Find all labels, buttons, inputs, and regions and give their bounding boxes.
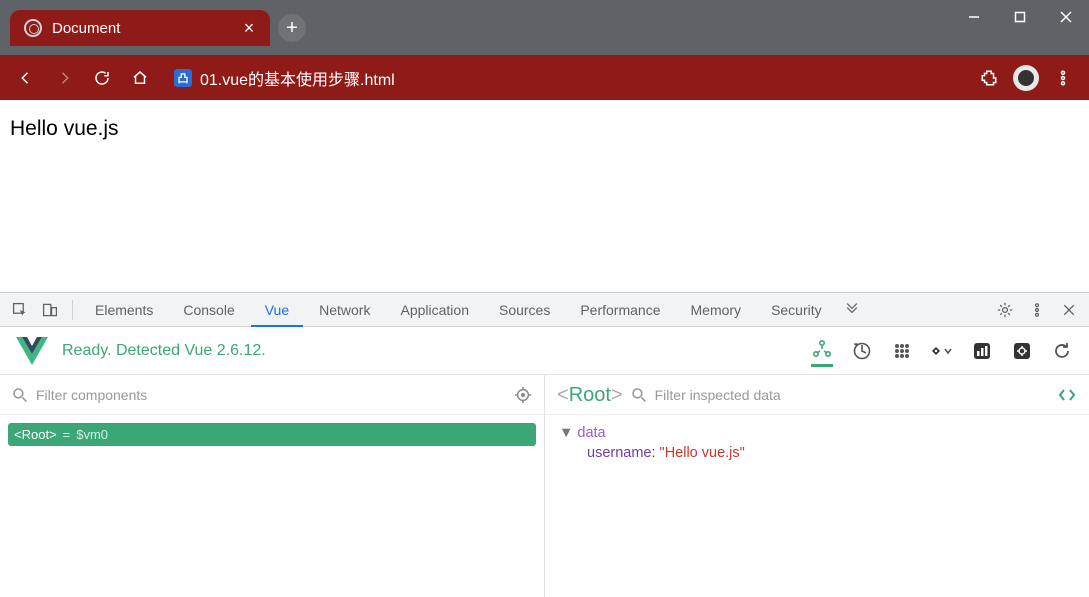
vue-refresh-icon[interactable] — [1051, 340, 1073, 362]
devtools: Elements Console Vue Network Application… — [0, 292, 1089, 597]
close-tab-icon[interactable]: × — [238, 18, 260, 39]
component-tree-root[interactable]: <Root> = $vm0 — [8, 423, 536, 446]
tab-application[interactable]: Application — [386, 293, 483, 327]
equals-sign: = — [63, 427, 71, 442]
filter-inspected-input[interactable] — [655, 387, 1049, 403]
events-tab-icon[interactable] — [891, 340, 913, 362]
colon: : — [651, 445, 659, 461]
search-icon — [631, 387, 647, 403]
page-content: Hello vue.js — [0, 100, 1089, 292]
inspected-data: ▼ data username: "Hello vue.js" — [545, 415, 1089, 471]
tab-network[interactable]: Network — [305, 293, 384, 327]
devtools-tabbar: Elements Console Vue Network Application… — [0, 293, 1089, 327]
vue-status-bar: Ready. Detected Vue 2.6.12. — [0, 327, 1089, 375]
vm-var: $vm0 — [76, 427, 108, 442]
routing-tab-icon[interactable] — [931, 340, 953, 362]
page-body-text: Hello vue.js — [10, 117, 119, 140]
window-close-button[interactable] — [1043, 0, 1089, 34]
root-tag: <Root> — [14, 427, 57, 442]
performance-tab-icon[interactable] — [971, 340, 993, 362]
components-panel: <Root> = $vm0 — [0, 375, 545, 597]
search-icon — [12, 387, 28, 403]
tab-memory[interactable]: Memory — [677, 293, 756, 327]
vue-settings-icon[interactable] — [1011, 340, 1033, 362]
inspected-header: <Root> — [545, 375, 1089, 415]
more-tabs-icon[interactable] — [838, 296, 866, 324]
forward-button[interactable] — [48, 62, 80, 94]
site-favicon-icon: 凸 — [174, 69, 192, 87]
devtools-close-icon[interactable] — [1055, 296, 1083, 324]
window-titlebar: Document × + — [0, 0, 1089, 55]
angle-open: < — [557, 384, 569, 406]
new-tab-button[interactable]: + — [278, 14, 306, 42]
back-button[interactable] — [10, 62, 42, 94]
components-filter-row — [0, 375, 544, 415]
data-section-label: data — [577, 425, 605, 441]
device-toolbar-icon[interactable] — [36, 296, 64, 324]
tab-vue[interactable]: Vue — [251, 293, 303, 327]
tab-sources[interactable]: Sources — [485, 293, 564, 327]
url-text: 01.vue的基本使用步骤.html — [200, 66, 395, 90]
tab-console[interactable]: Console — [169, 293, 248, 327]
components-tab-icon[interactable] — [811, 345, 833, 367]
reload-button[interactable] — [86, 62, 118, 94]
data-key: username — [587, 445, 651, 461]
devtools-settings-icon[interactable] — [991, 296, 1019, 324]
breadcrumb-name: Root — [569, 384, 611, 406]
data-value: "Hello vue.js" — [660, 445, 745, 461]
separator — [72, 300, 73, 320]
inspected-panel: <Root> ▼ data username: "Hello vue.js" — [545, 375, 1089, 597]
angle-close: > — [611, 384, 623, 406]
browser-menu-button[interactable] — [1047, 62, 1079, 94]
vuex-tab-icon[interactable] — [851, 340, 873, 362]
tab-title: Document — [52, 20, 228, 37]
address-bar[interactable]: 凸 01.vue的基本使用步骤.html — [162, 63, 959, 93]
profile-avatar[interactable] — [1013, 65, 1039, 91]
devtools-menu-icon[interactable] — [1023, 296, 1051, 324]
browser-toolbar: 凸 01.vue的基本使用步骤.html — [0, 55, 1089, 100]
vue-logo-icon — [16, 337, 48, 365]
inspect-element-icon[interactable] — [6, 296, 34, 324]
expand-code-icon[interactable] — [1057, 385, 1077, 405]
home-button[interactable] — [124, 62, 156, 94]
tab-elements[interactable]: Elements — [81, 293, 167, 327]
extensions-button[interactable] — [973, 62, 1005, 94]
browser-tab[interactable]: Document × — [10, 10, 270, 46]
ninja-icon — [1018, 70, 1034, 86]
collapse-toggle-icon[interactable]: ▼ — [559, 425, 577, 441]
inspected-breadcrumb: <Root> — [557, 382, 623, 407]
tab-performance[interactable]: Performance — [566, 293, 674, 327]
filter-components-input[interactable] — [36, 387, 506, 403]
tab-security[interactable]: Security — [757, 293, 836, 327]
globe-icon — [24, 19, 42, 37]
window-minimize-button[interactable] — [951, 0, 997, 34]
vue-status-text: Ready. Detected Vue 2.6.12. — [62, 342, 797, 360]
window-maximize-button[interactable] — [997, 0, 1043, 34]
select-component-icon[interactable] — [514, 386, 532, 404]
